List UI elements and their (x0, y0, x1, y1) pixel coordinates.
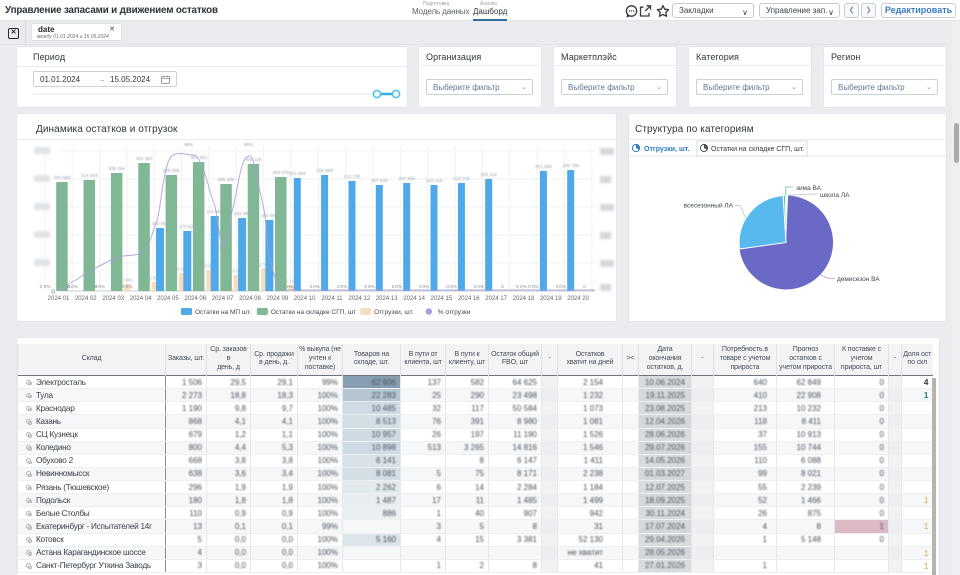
svg-text:202 963: 202 963 (289, 171, 306, 176)
svg-text:Отгрузки, шт.: Отгрузки, шт. (644, 146, 690, 153)
svg-text:2024 03: 2024 03 (102, 296, 124, 302)
svg-text:306 108: 306 108 (218, 177, 235, 182)
svg-text:7 064: 7 064 (122, 278, 134, 283)
svg-text:2024 14: 2024 14 (403, 296, 425, 302)
svg-text:98%: 98% (184, 142, 193, 147)
svg-text:2024 20: 2024 20 (567, 296, 589, 302)
svg-text:2024 17: 2024 17 (485, 296, 507, 302)
svg-text:Остатки на МП шт.: Остатки на МП шт. (195, 309, 251, 316)
svg-text:0: 0 (51, 289, 55, 296)
svg-text:3%: 3% (264, 266, 270, 271)
svg-text:0%: 0% (532, 284, 540, 290)
svg-text:всесезонный ЛА: всесезонный ЛА (684, 202, 734, 210)
svg-text:203 966: 203 966 (234, 211, 251, 216)
svg-text:2024 16: 2024 16 (458, 296, 480, 302)
svg-text:202 987: 202 987 (261, 213, 278, 218)
svg-text:0%: 0% (286, 284, 294, 290)
svg-text:201 580: 201 580 (535, 164, 552, 169)
svg-text:школа ЛА: школа ЛА (820, 192, 850, 199)
svg-text:303 078: 303 078 (272, 170, 289, 175)
svg-text:303 383: 303 383 (136, 156, 153, 161)
svg-text:2024 10: 2024 10 (294, 296, 316, 302)
svg-text:% отгрузки: % отгрузки (438, 309, 471, 316)
svg-text:0%: 0% (340, 284, 348, 290)
svg-text:0%: 0% (422, 284, 430, 290)
svg-text:2024 18: 2024 18 (513, 296, 535, 302)
svg-text:2024 13: 2024 13 (376, 296, 398, 302)
svg-text:0 0%: 0 0% (67, 284, 79, 290)
svg-text:203 142: 203 142 (480, 172, 497, 177)
svg-text:0 0%: 0 0% (122, 284, 134, 290)
svg-text:170 523: 170 523 (179, 224, 196, 229)
svg-text:207 628: 207 628 (371, 178, 388, 183)
svg-text:2024 08: 2024 08 (239, 296, 261, 302)
svg-text:2024 09: 2024 09 (266, 296, 288, 302)
svg-text:314 024: 314 024 (81, 173, 98, 178)
svg-text:0 0%: 0 0% (40, 284, 52, 290)
svg-text:0%: 0% (368, 284, 376, 290)
svg-text:2024 07: 2024 07 (212, 296, 234, 302)
svg-text:210 986: 210 986 (206, 209, 223, 214)
svg-text:2024 04: 2024 04 (130, 296, 152, 302)
svg-text:210 118: 210 118 (426, 178, 443, 183)
svg-text:2024 19: 2024 19 (540, 296, 562, 302)
svg-text:1%: 1% (111, 258, 117, 263)
svg-text:163 004: 163 004 (152, 221, 169, 226)
svg-text:300 068: 300 068 (54, 175, 71, 180)
svg-text:0%: 0% (395, 284, 403, 290)
svg-text:207 956: 207 956 (398, 176, 415, 181)
svg-text:98%: 98% (244, 142, 253, 147)
svg-text:0%: 0% (313, 284, 321, 290)
svg-text:213 718: 213 718 (453, 176, 470, 181)
svg-text:0%: 0% (559, 284, 567, 290)
svg-text:0 0%: 0 0% (94, 284, 106, 290)
svg-text:305 264: 305 264 (108, 166, 125, 171)
svg-text:200 788: 200 788 (562, 163, 579, 168)
svg-text:2024 01: 2024 01 (48, 296, 70, 302)
svg-text:2024 11: 2024 11 (321, 296, 343, 302)
svg-text:2024 06: 2024 06 (184, 296, 206, 302)
svg-text:зима ВА: зима ВА (796, 185, 822, 192)
svg-text:Остатки на складке СГП, шт: Остатки на складке СГП, шт (271, 309, 356, 316)
svg-text:0: 0 (583, 284, 586, 290)
svg-text:2024 02: 2024 02 (75, 296, 97, 302)
svg-text:0%: 0% (450, 284, 458, 290)
svg-text:2024 12: 2024 12 (349, 296, 371, 302)
svg-text:Отгрузки, шт.: Отгрузки, шт. (374, 309, 414, 316)
svg-text:2%: 2% (219, 245, 225, 250)
svg-text:0%: 0% (477, 284, 485, 290)
svg-text:0 0% 0: 0 0% 0 (516, 284, 531, 290)
svg-text:0: 0 (501, 284, 504, 290)
svg-text:200 988: 200 988 (316, 168, 333, 173)
svg-text:Остатки на складке СГП, шт.: Остатки на складке СГП, шт. (711, 146, 804, 153)
svg-text:2024 05: 2024 05 (157, 296, 179, 302)
svg-text:демисезон ВА: демисезон ВА (837, 276, 880, 283)
svg-text:212 736: 212 736 (344, 174, 361, 179)
svg-text:2024 15: 2024 15 (431, 296, 453, 302)
